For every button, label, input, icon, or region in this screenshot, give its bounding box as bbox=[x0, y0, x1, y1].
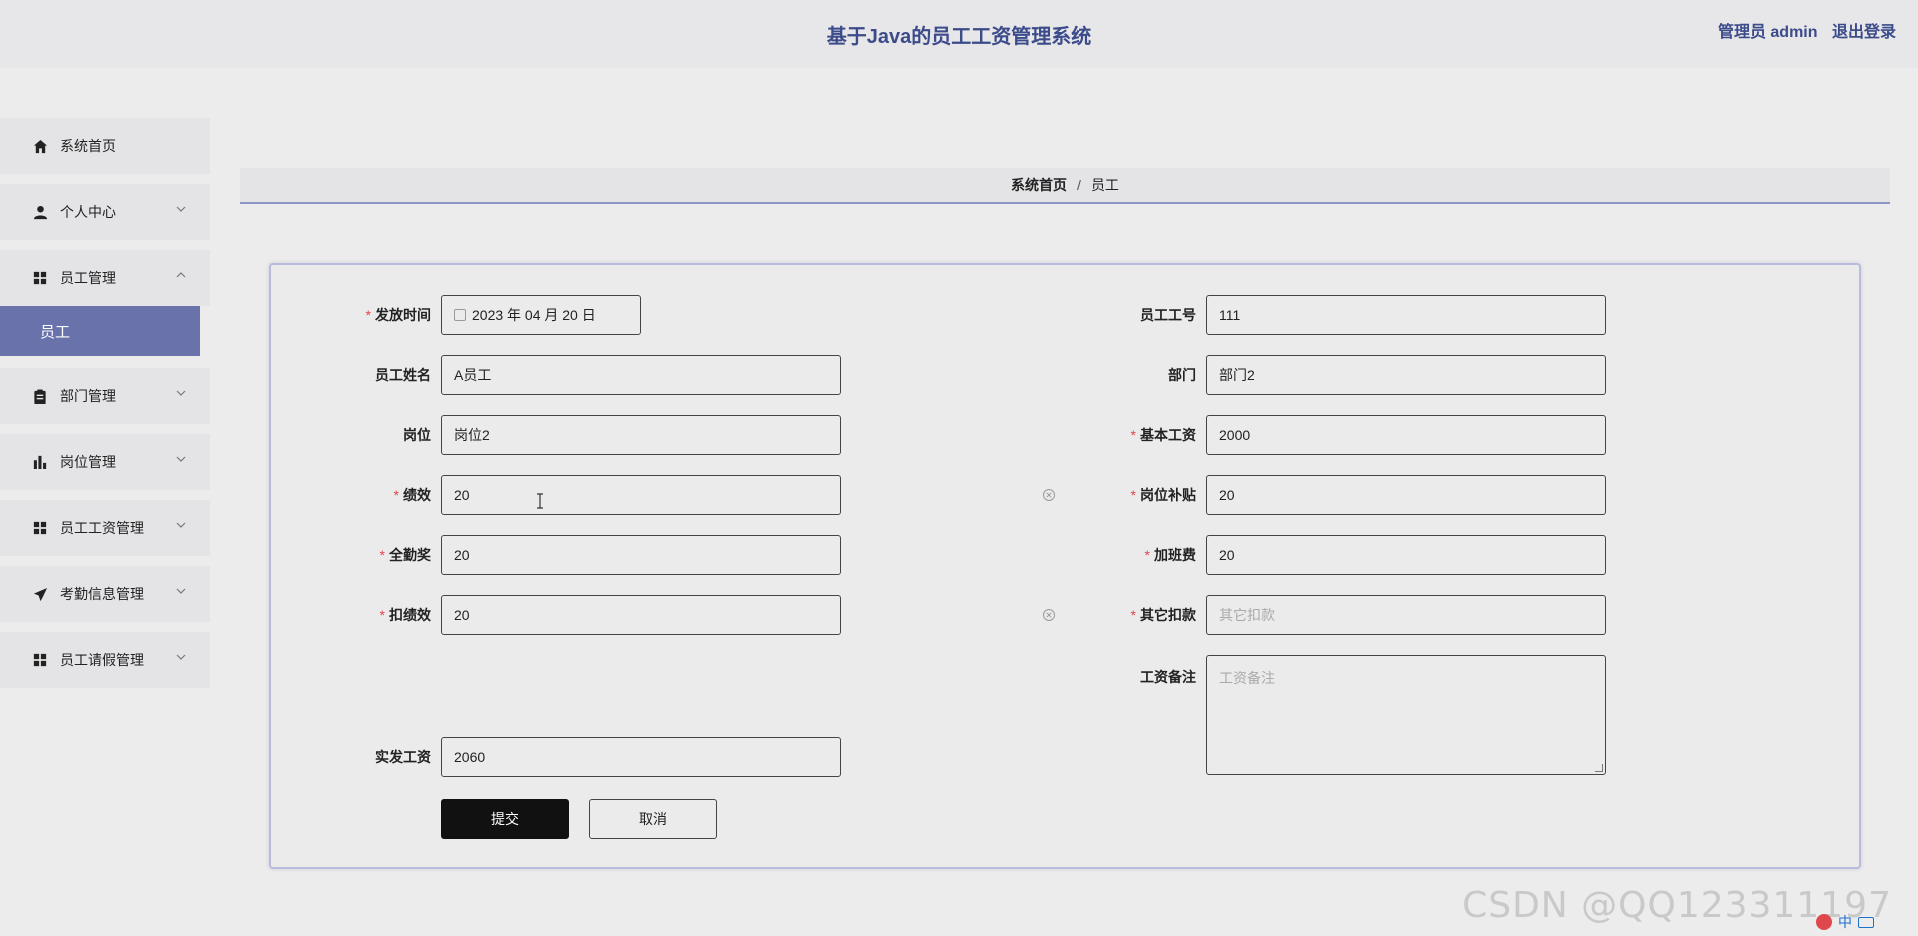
other-deduction-input[interactable]: 其它扣款 bbox=[1206, 595, 1606, 635]
employee-id-input[interactable]: 111 bbox=[1206, 295, 1606, 335]
actual-salary-input[interactable]: 2060 bbox=[441, 737, 841, 777]
calendar-icon bbox=[454, 309, 466, 321]
form-row-base-salary: * 基本工资 2000 bbox=[1036, 415, 1606, 455]
department-input[interactable]: 部门2 bbox=[1206, 355, 1606, 395]
performance-deduction-input[interactable]: 20 bbox=[441, 595, 841, 635]
sidebar-item-personal-center[interactable]: 个人中心 bbox=[0, 184, 210, 240]
actual-salary-label: 实发工资 bbox=[375, 749, 431, 765]
submit-button[interactable]: 提交 bbox=[441, 799, 569, 839]
salary-note-textarea[interactable]: 工资备注 bbox=[1206, 655, 1606, 775]
submenu-item-employee[interactable]: 员工 bbox=[0, 306, 200, 356]
sidebar-item-employee-management[interactable]: 员工管理 bbox=[0, 250, 210, 306]
sidebar-item-label: 岗位管理 bbox=[60, 454, 116, 470]
issue-date-picker[interactable]: 2023 年 04 月 20 日 bbox=[441, 295, 641, 335]
chevron-down-icon bbox=[176, 390, 186, 396]
employee-name-input[interactable]: A员工 bbox=[441, 355, 841, 395]
sidebar-item-department-management[interactable]: 部门管理 bbox=[0, 368, 210, 424]
top-header: 基于Java的员工工资管理系统 管理员 admin 退出登录 bbox=[0, 0, 1918, 68]
overtime-pay-input[interactable]: 20 bbox=[1206, 535, 1606, 575]
grid-icon bbox=[32, 520, 48, 536]
app-title: 基于Java的员工工资管理系统 bbox=[826, 26, 1092, 48]
form-row-employee-name: 员工姓名 A员工 bbox=[271, 355, 841, 395]
issue-date-label: * 发放时间 bbox=[365, 307, 431, 323]
chevron-down-icon bbox=[176, 654, 186, 660]
breadcrumb-current: 员工 bbox=[1090, 177, 1119, 193]
sidebar-item-label: 员工工资管理 bbox=[60, 520, 144, 536]
resize-handle[interactable] bbox=[1595, 764, 1603, 772]
form-row-position-allowance: * 岗位补贴 20 bbox=[1036, 475, 1606, 515]
bar-chart-icon bbox=[32, 454, 48, 470]
sidebar-item-home[interactable]: 系统首页 bbox=[0, 118, 210, 174]
user-area: 管理员 admin 退出登录 bbox=[1708, 18, 1896, 42]
ime-language: 中 bbox=[1838, 914, 1852, 930]
clipboard-icon bbox=[32, 388, 48, 404]
position-allowance-label: * 岗位补贴 bbox=[1130, 487, 1196, 503]
breadcrumb-separator: / bbox=[1077, 177, 1081, 193]
form-row-salary-note: 工资备注 工资备注 bbox=[1036, 655, 1606, 775]
text-cursor-icon bbox=[537, 493, 543, 509]
user-label: 管理员 admin bbox=[1717, 24, 1818, 41]
keyboard-icon bbox=[1858, 916, 1874, 928]
form-row-position: 岗位 岗位2 bbox=[271, 415, 841, 455]
form-row-performance: * 绩效 20 bbox=[271, 475, 841, 515]
sidebar: 系统首页 个人中心 员工管理 员工 部门管理 岗位管理 员工工资管理 考勤信息管… bbox=[0, 118, 210, 698]
grid-icon bbox=[32, 652, 48, 668]
ime-toolbar[interactable]: 中 bbox=[1808, 908, 1918, 936]
performance-label: * 绩效 bbox=[393, 487, 431, 503]
send-icon bbox=[32, 586, 48, 602]
performance-deduction-label: * 扣绩效 bbox=[379, 607, 431, 623]
breadcrumb: 系统首页 / 员工 bbox=[240, 168, 1890, 204]
chevron-down-icon bbox=[176, 588, 186, 594]
form-row-department: 部门 部门2 bbox=[1036, 355, 1606, 395]
form-row-other-deduction: * 其它扣款 其它扣款 bbox=[1036, 595, 1606, 635]
employee-id-label: 员工工号 bbox=[1140, 307, 1196, 323]
sidebar-item-position-management[interactable]: 岗位管理 bbox=[0, 434, 210, 490]
position-allowance-input[interactable]: 20 bbox=[1206, 475, 1606, 515]
chevron-down-icon bbox=[176, 522, 186, 528]
logout-link[interactable]: 退出登录 bbox=[1832, 24, 1896, 41]
sidebar-item-label: 员工请假管理 bbox=[60, 652, 144, 668]
form-row-issue-date: * 发放时间 2023 年 04 月 20 日 bbox=[271, 295, 641, 335]
form-row-performance-deduction: * 扣绩效 20 bbox=[271, 595, 841, 635]
position-input[interactable]: 岗位2 bbox=[441, 415, 841, 455]
form-row-attendance-bonus: * 全勤奖 20 bbox=[271, 535, 841, 575]
user-icon bbox=[32, 204, 48, 220]
department-label: 部门 bbox=[1168, 367, 1196, 383]
other-deduction-label: * 其它扣款 bbox=[1130, 607, 1196, 623]
sidebar-item-label: 考勤信息管理 bbox=[60, 586, 144, 602]
breadcrumb-home[interactable]: 系统首页 bbox=[1011, 175, 1067, 195]
base-salary-label: * 基本工资 bbox=[1130, 427, 1196, 443]
sidebar-item-label: 员工管理 bbox=[60, 270, 116, 286]
sidebar-item-leave-management[interactable]: 员工请假管理 bbox=[0, 632, 210, 688]
form-row-actual-salary: 实发工资 2060 bbox=[271, 737, 841, 777]
sidebar-item-label: 系统首页 bbox=[60, 138, 116, 154]
cancel-button[interactable]: 取消 bbox=[589, 799, 717, 839]
employee-name-label: 员工姓名 bbox=[375, 367, 431, 383]
chevron-down-icon bbox=[176, 456, 186, 462]
ime-logo-icon bbox=[1816, 914, 1832, 930]
chevron-down-icon bbox=[176, 206, 186, 212]
sidebar-item-attendance-management[interactable]: 考勤信息管理 bbox=[0, 566, 210, 622]
home-icon bbox=[32, 138, 48, 154]
base-salary-input[interactable]: 2000 bbox=[1206, 415, 1606, 455]
sidebar-item-salary-management[interactable]: 员工工资管理 bbox=[0, 500, 210, 556]
form-row-employee-id: 员工工号 111 bbox=[1036, 295, 1606, 335]
chevron-up-icon bbox=[176, 272, 186, 278]
position-label: 岗位 bbox=[403, 427, 431, 443]
performance-input[interactable]: 20 bbox=[441, 475, 841, 515]
salary-form: * 发放时间 2023 年 04 月 20 日 员工姓名 A员工 岗位 岗位2 *… bbox=[269, 263, 1861, 869]
overtime-pay-label: * 加班费 bbox=[1144, 547, 1196, 563]
salary-note-label: 工资备注 bbox=[1140, 669, 1196, 685]
grid-icon bbox=[32, 270, 48, 286]
attendance-bonus-label: * 全勤奖 bbox=[379, 547, 431, 563]
sidebar-item-label: 部门管理 bbox=[60, 388, 116, 404]
sidebar-item-label: 个人中心 bbox=[60, 204, 116, 220]
form-row-overtime-pay: * 加班费 20 bbox=[1036, 535, 1606, 575]
attendance-bonus-input[interactable]: 20 bbox=[441, 535, 841, 575]
